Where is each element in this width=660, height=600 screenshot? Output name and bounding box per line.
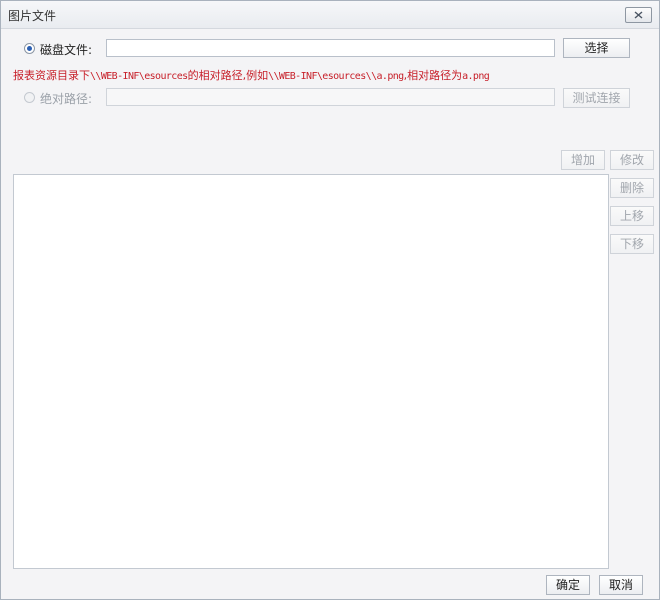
delete-button[interactable]: 删除 <box>610 178 654 198</box>
disk-file-input[interactable] <box>106 39 555 57</box>
edit-button[interactable]: 修改 <box>610 150 654 170</box>
image-file-list[interactable] <box>13 174 609 569</box>
browse-button[interactable]: 选择 <box>563 38 630 58</box>
move-up-button[interactable]: 上移 <box>610 206 654 226</box>
resource-path-hint: 报表资源目录下\\WEB-INF\esources的相对路径,例如\\WEB-I… <box>13 67 653 83</box>
close-icon <box>634 11 643 19</box>
close-button[interactable] <box>625 7 652 23</box>
absolute-path-label: 绝对路径: <box>40 92 93 106</box>
radio-selected-indicator <box>27 46 32 51</box>
absolute-path-radio[interactable] <box>24 92 35 103</box>
absolute-path-input[interactable] <box>106 88 555 106</box>
dialog-title: 图片文件 <box>8 9 57 23</box>
hint-example: a.png <box>462 71 490 82</box>
image-file-dialog: 图片文件 磁盘文件: 选择 报表资源目录下\\WEB-INF\esources的… <box>0 0 660 600</box>
disk-file-label: 磁盘文件: <box>40 43 93 57</box>
test-connection-button[interactable]: 测试连接 <box>563 88 630 108</box>
hint-middle: 的相对路径,例如 <box>187 69 269 82</box>
disk-file-radio[interactable] <box>24 43 35 54</box>
add-button[interactable]: 增加 <box>561 150 605 170</box>
hint-suffix: ,相对路径为 <box>403 69 463 82</box>
hint-path-2: \\WEB-INF\esources\\a.png <box>268 71 404 82</box>
hint-prefix: 报表资源目录下 <box>13 69 90 82</box>
title-bar[interactable]: 图片文件 <box>1 1 659 29</box>
hint-path-1: \\WEB-INF\esources <box>90 71 188 82</box>
cancel-button[interactable]: 取消 <box>599 575 643 595</box>
move-down-button[interactable]: 下移 <box>610 234 654 254</box>
ok-button[interactable]: 确定 <box>546 575 590 595</box>
